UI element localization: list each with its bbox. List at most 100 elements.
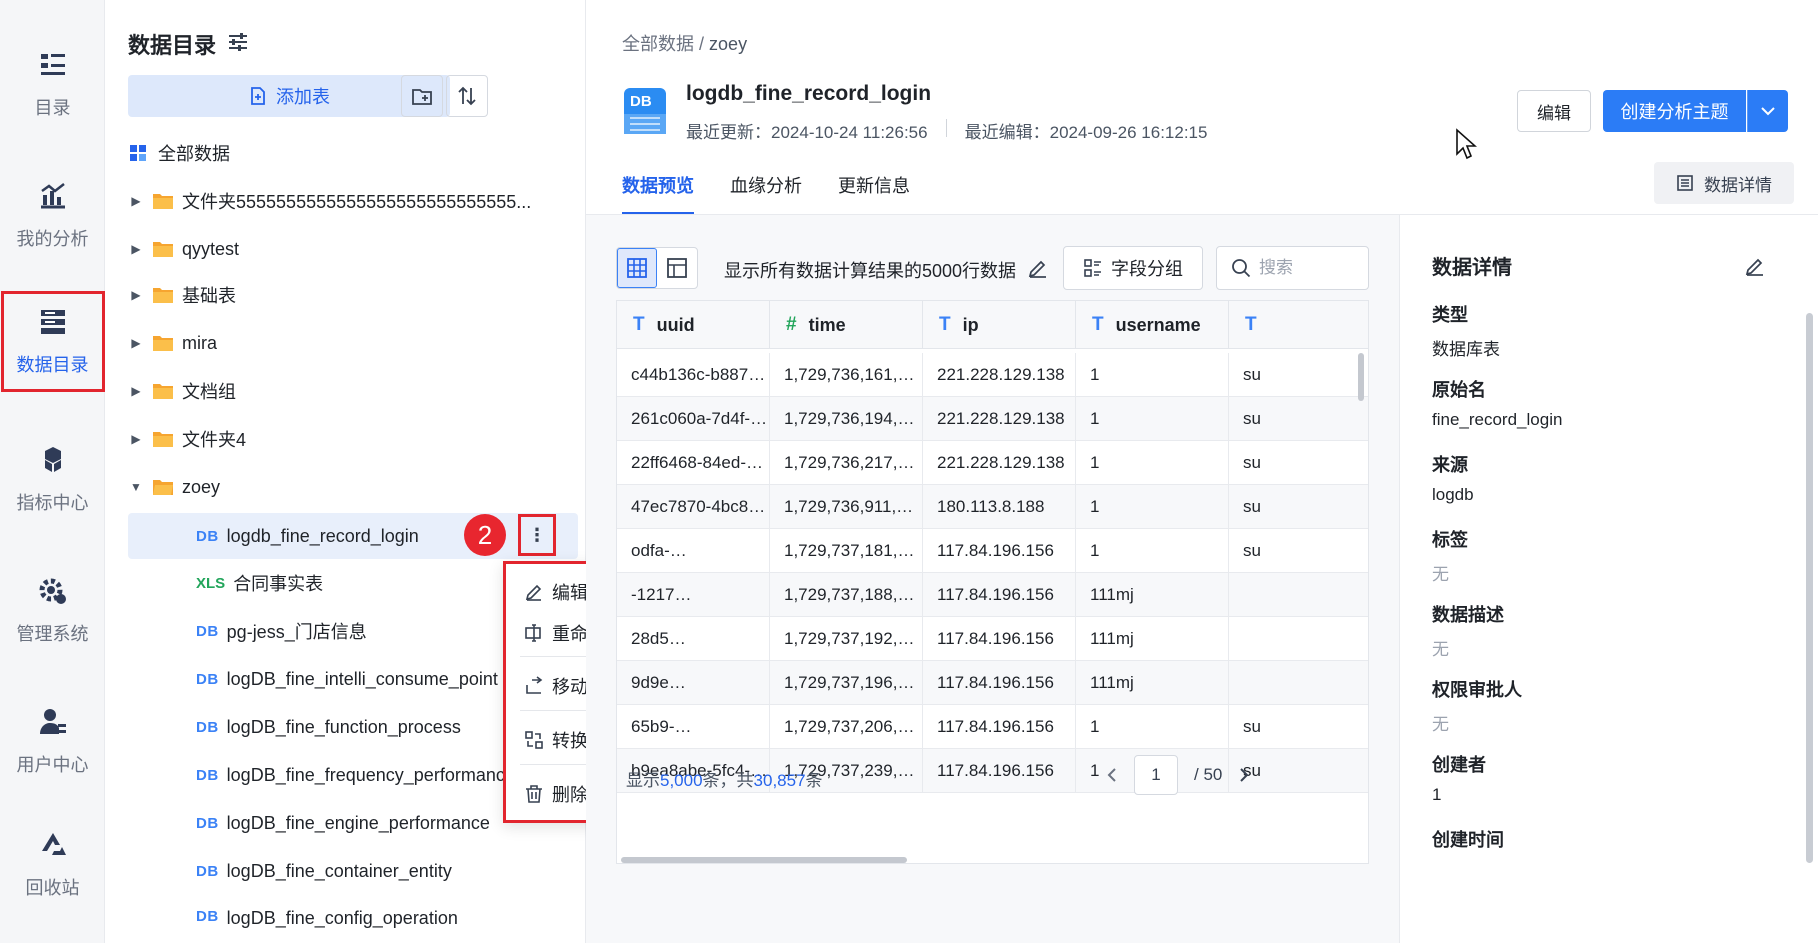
- detail-value: logdb: [1432, 485, 1474, 504]
- table-row[interactable]: 9d9e… 1,729,737,196,… 117.84.196.156 111mj: [617, 661, 1368, 705]
- caret-right-icon[interactable]: ▶: [128, 242, 144, 256]
- tree-label: logdb_fine_record_login: [226, 525, 419, 546]
- caret-right-icon[interactable]: ▶: [128, 194, 144, 208]
- column-header[interactable]: Tuuid: [617, 301, 770, 349]
- nav-item-admin-system[interactable]: 管理系统: [0, 561, 105, 661]
- column-header[interactable]: T: [1229, 301, 1368, 349]
- table-cell: 117.84.196.156: [923, 529, 1076, 573]
- breadcrumb-sep: /: [699, 34, 705, 54]
- chevron-down-icon: [1761, 107, 1775, 116]
- sort-button[interactable]: [446, 75, 488, 117]
- breadcrumb-root[interactable]: 全部数据: [622, 34, 694, 54]
- table-cell: 1,729,737,181,…: [770, 529, 923, 573]
- sort-icon: [458, 86, 476, 106]
- caret-right-icon[interactable]: ▶: [128, 288, 144, 302]
- add-file-icon: [251, 87, 265, 105]
- tab-data-preview[interactable]: 数据预览: [622, 172, 694, 215]
- grid-view-button[interactable]: [617, 248, 657, 288]
- tree-label: logDB_fine_frequency_performance: [226, 764, 515, 785]
- tree-folder[interactable]: ▶ 基础表: [128, 272, 578, 318]
- table-row[interactable]: -1217… 1,729,737,188,… 117.84.196.156 111mj: [617, 573, 1368, 617]
- column-header[interactable]: Tusername: [1076, 301, 1229, 349]
- tree-label: pg-jess_门店信息: [226, 622, 367, 642]
- user-icon: [39, 709, 66, 734]
- edit-button[interactable]: 编辑: [1517, 90, 1591, 132]
- tab-bar: 数据预览 血缘分析 更新信息: [622, 172, 910, 215]
- table-row[interactable]: 261c060a-7d4f-… 1,729,736,194,… 221.228.12…: [617, 397, 1368, 441]
- excel-table-icon: XLS: [196, 574, 226, 592]
- caret-right-icon[interactable]: ▶: [128, 432, 144, 446]
- column-header[interactable]: # time: [770, 301, 923, 349]
- table-cell: su: [1229, 705, 1368, 749]
- search-input[interactable]: [1259, 258, 1349, 278]
- layout-view-button[interactable]: [657, 248, 697, 288]
- detail-value: 1: [1432, 785, 1442, 804]
- create-analysis-button[interactable]: 创建分析主题: [1603, 90, 1746, 132]
- filter-sliders-icon[interactable]: [226, 30, 250, 54]
- nav-item-user-center[interactable]: 用户中心: [0, 692, 105, 792]
- chevron-right-icon[interactable]: [1238, 767, 1250, 783]
- table-row[interactable]: 22ff6468-84ed-… 1,729,736,217,… 221.228.12…: [617, 441, 1368, 485]
- data-details-button[interactable]: 数据详情: [1654, 162, 1794, 204]
- tab-lineage[interactable]: 血缘分析: [730, 172, 802, 215]
- create-dropdown-button[interactable]: [1747, 90, 1788, 132]
- db-table-icon: DB: [196, 718, 219, 736]
- chevron-left-icon[interactable]: [1106, 767, 1118, 783]
- caret-right-icon[interactable]: ▶: [128, 336, 144, 350]
- nav-item-catalog[interactable]: 目录: [0, 35, 105, 135]
- tree-folder[interactable]: ▶ 文档组: [128, 368, 578, 414]
- details-panel: 数据详情 类型 数据库表 原始名 fine_record_login 来源 logdb 标签…: [1399, 215, 1818, 943]
- horizontal-scrollbar[interactable]: [621, 857, 907, 863]
- menu-item-edit[interactable]: 编辑: [524, 577, 588, 607]
- table-row[interactable]: 28d5… 1,729,737,192,… 117.84.196.156 111mj: [617, 617, 1368, 661]
- cubes-icon: [44, 447, 61, 472]
- add-table-label: 添加表: [276, 87, 330, 107]
- page-input[interactable]: 1: [1134, 755, 1178, 795]
- table-cell: 180.113.8.188: [923, 485, 1076, 529]
- menu-item-delete[interactable]: 删除: [524, 779, 588, 809]
- tree-folder[interactable]: ▶ 文件夹5555555555555555555555555555...: [128, 178, 578, 224]
- tree-table-selected[interactable]: DB logdb_fine_record_login: [128, 513, 578, 559]
- tree-folder[interactable]: ▶ 文件夹4: [128, 416, 578, 462]
- nav-item-recycle-bin[interactable]: 回收站: [0, 815, 105, 915]
- tree-table[interactable]: DB logDB_fine_container_entity: [128, 848, 578, 894]
- table-cell: 1: [1076, 441, 1229, 485]
- tree-all-data[interactable]: 全部数据: [128, 130, 578, 176]
- last-update-label: 最近更新：: [686, 123, 771, 142]
- table-cell: su: [1229, 441, 1368, 485]
- caret-down-icon[interactable]: ▼: [128, 480, 144, 494]
- data-details-label: 数据详情: [1704, 175, 1772, 195]
- total-count: 30,857: [753, 771, 806, 790]
- tree-folder[interactable]: ▶ mira: [128, 320, 578, 366]
- pencil-icon: [525, 584, 542, 601]
- search-box[interactable]: [1216, 246, 1369, 290]
- tree-label: 文件夹4: [182, 430, 247, 450]
- detail-value: 无: [1432, 715, 1449, 734]
- field-group-button[interactable]: 字段分组: [1063, 246, 1203, 290]
- tab-update-info[interactable]: 更新信息: [838, 172, 910, 215]
- row-limit-text: 显示所有数据计算结果的5000行数据: [724, 261, 1017, 281]
- tree-folder[interactable]: ▶ qyytest: [128, 226, 578, 272]
- table-cell: 1: [1076, 353, 1229, 397]
- column-header[interactable]: Tip: [923, 301, 1076, 349]
- table-row[interactable]: odfa-… 1,729,737,181,… 117.84.196.156 1 su: [617, 529, 1368, 573]
- catalog-title: 数据目录: [128, 33, 217, 58]
- table-row[interactable]: 65b9-… 1,729,737,206,… 117.84.196.156 1 su: [617, 705, 1368, 749]
- grid-header: Tuuid # time Tip Tusername T: [617, 301, 1368, 349]
- more-actions-button[interactable]: ⋮: [518, 514, 556, 556]
- tree-table[interactable]: DB logDB_fine_config_operation: [128, 896, 578, 943]
- details-title: 数据详情: [1432, 257, 1512, 279]
- table-row[interactable]: c44b136c-b887… 1,729,736,161,… 221.228.129…: [617, 353, 1368, 397]
- details-scrollbar[interactable]: [1806, 313, 1813, 863]
- caret-right-icon[interactable]: ▶: [128, 384, 144, 398]
- nav-label: 我的分析: [16, 229, 89, 249]
- table-row[interactable]: 47ec7870-4bc8… 1,729,736,911,… 180.113.8.1…: [617, 485, 1368, 529]
- new-folder-button[interactable]: [401, 75, 443, 117]
- nav-item-metrics-center[interactable]: 指标中心: [0, 430, 105, 530]
- tree-folder-expanded[interactable]: ▼ zoey: [128, 464, 578, 510]
- nav-item-my-analysis[interactable]: 我的分析: [0, 166, 105, 266]
- edit-details-icon[interactable]: [1744, 255, 1766, 277]
- edit-limit-icon[interactable]: [1027, 257, 1049, 279]
- table-cell: 1,729,737,206,…: [770, 705, 923, 749]
- vertical-scrollbar[interactable]: [1358, 353, 1364, 401]
